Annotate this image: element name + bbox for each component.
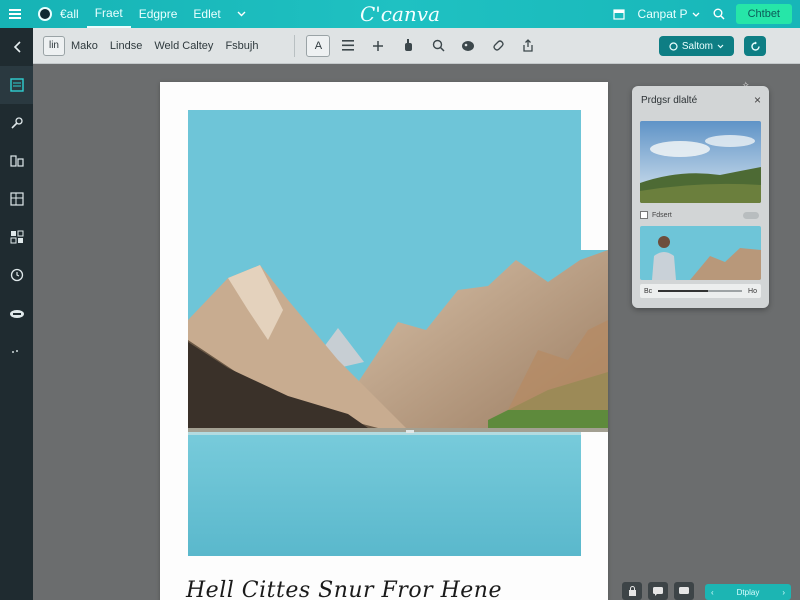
chevron-left-icon: ‹ bbox=[711, 587, 714, 597]
menu-item-2[interactable]: Edgpre bbox=[131, 0, 186, 28]
media-progress-slider[interactable] bbox=[658, 290, 743, 292]
toolbar-item-1[interactable]: Mako bbox=[65, 40, 104, 52]
chevron-right-icon: › bbox=[782, 587, 785, 597]
menu-icon[interactable] bbox=[0, 0, 30, 28]
project-label: Canpat P bbox=[637, 7, 688, 21]
refresh-icon bbox=[750, 41, 760, 51]
comment-button[interactable] bbox=[648, 582, 668, 600]
search-icon[interactable] bbox=[426, 35, 450, 57]
refresh-button[interactable] bbox=[744, 36, 766, 56]
panel-thumbnail-landscape[interactable] bbox=[640, 121, 761, 203]
panel-option-label: Fdsert bbox=[652, 211, 672, 219]
grid-icon[interactable] bbox=[0, 180, 33, 218]
notes-icon bbox=[679, 586, 689, 594]
canvas-caption-text[interactable]: Hell Cittes Snur Fror Hene bbox=[186, 578, 502, 600]
panel-thumbnail-person[interactable] bbox=[640, 226, 761, 280]
toolbar-item-4[interactable]: Fsbujh bbox=[219, 40, 264, 52]
hand-icon[interactable] bbox=[396, 35, 420, 57]
plus-icon[interactable] bbox=[366, 35, 390, 57]
publish-label: Saltom bbox=[681, 40, 713, 52]
chevron-left-icon[interactable] bbox=[0, 28, 33, 66]
panel-toggle[interactable] bbox=[743, 211, 759, 219]
close-icon[interactable]: × bbox=[754, 93, 761, 107]
panel-option-row: Fdsert bbox=[640, 209, 761, 221]
media-player-bar: Bc Ho bbox=[640, 284, 761, 298]
chevron-down-icon[interactable] bbox=[229, 0, 254, 28]
list-icon[interactable] bbox=[336, 35, 360, 57]
share-button[interactable]: Chtbet bbox=[735, 4, 792, 24]
properties-panel: Prdgsr dlalté × Fdsert Bc Ho bbox=[632, 86, 769, 308]
brush-icon[interactable] bbox=[0, 104, 33, 142]
qr-icon[interactable] bbox=[0, 218, 33, 256]
editor-toolbar: lin Mako Lindse Weld Caltey Fsbujh A Sal… bbox=[33, 28, 800, 64]
project-dropdown[interactable]: Canpat P bbox=[636, 0, 702, 28]
publish-button[interactable]: Saltom bbox=[658, 36, 734, 56]
circle-icon bbox=[669, 41, 678, 51]
media-progress-fill bbox=[658, 290, 709, 292]
more-icon[interactable] bbox=[0, 332, 33, 370]
menu-item-3[interactable]: Edlet bbox=[185, 0, 228, 28]
lock-icon bbox=[628, 586, 636, 596]
app-logo-icon[interactable] bbox=[38, 7, 52, 21]
lock-button[interactable] bbox=[622, 582, 642, 600]
design-page[interactable]: Hell Cittes Snur Fror Hene bbox=[160, 82, 608, 600]
present-label: Dtplay bbox=[736, 587, 760, 597]
cloud-icon[interactable] bbox=[0, 294, 33, 332]
toolbar-divider bbox=[294, 34, 296, 57]
calendar-icon[interactable] bbox=[610, 5, 628, 23]
search-icon[interactable] bbox=[710, 5, 728, 23]
media-time-label: Bc bbox=[644, 287, 653, 295]
link-icon[interactable] bbox=[486, 35, 510, 57]
layers-icon[interactable] bbox=[0, 142, 33, 180]
panel-checkbox[interactable] bbox=[640, 211, 648, 219]
landscape-image[interactable] bbox=[188, 110, 608, 556]
chevron-down-icon bbox=[717, 44, 724, 48]
layout-toggle-button[interactable]: lin bbox=[43, 35, 65, 56]
text-tool-button[interactable]: A bbox=[306, 34, 331, 57]
menu-item-1[interactable]: Fraet bbox=[86, 0, 131, 28]
file-menu[interactable]: €all bbox=[52, 0, 87, 28]
top-bar: €all Fraet Edgpre Edlet C'canva Canpat P… bbox=[0, 0, 800, 28]
palette-icon[interactable] bbox=[456, 35, 480, 57]
share-icon[interactable] bbox=[516, 35, 540, 57]
media-end-label: Ho bbox=[748, 287, 757, 295]
comment-icon bbox=[653, 586, 663, 596]
toolbar-item-2[interactable]: Lindse bbox=[104, 40, 148, 52]
panel-title: Prdgsr dlalté bbox=[641, 95, 698, 106]
present-button[interactable]: ‹ Dtplay › bbox=[705, 584, 791, 600]
clock-icon[interactable] bbox=[0, 256, 33, 294]
notes-button[interactable] bbox=[674, 582, 694, 600]
toolbar-item-3[interactable]: Weld Caltey bbox=[148, 40, 219, 52]
template-icon[interactable] bbox=[0, 66, 33, 104]
left-sidebar bbox=[0, 28, 33, 600]
